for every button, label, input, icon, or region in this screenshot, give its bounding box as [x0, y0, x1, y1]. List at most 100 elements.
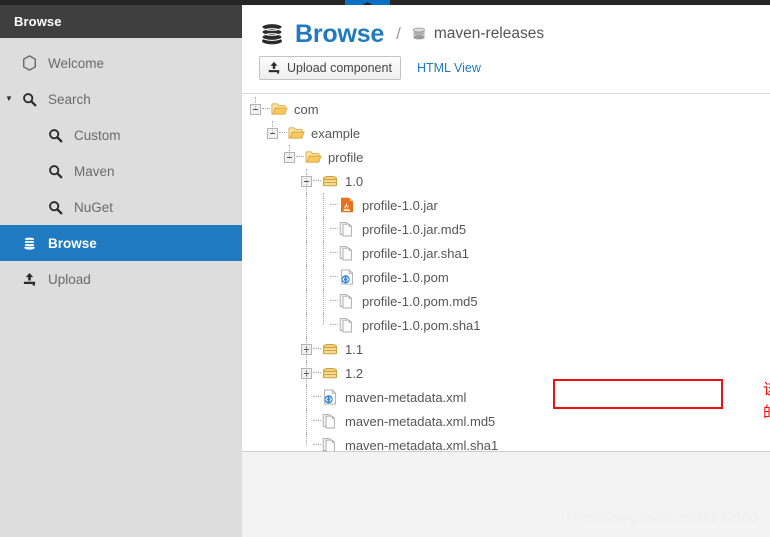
tree-node-label: maven-metadata.xml — [345, 389, 467, 405]
folder-open-icon — [287, 125, 305, 141]
tree-node[interactable]: example — [242, 121, 770, 145]
checksum-icon — [338, 245, 356, 261]
sidebar-item-search[interactable]: ▼ Search — [0, 81, 242, 117]
tree-node[interactable]: profile — [242, 145, 770, 169]
tree-node-label: profile-1.0.jar.sha1 — [362, 245, 469, 261]
sidebar-item-browse[interactable]: Browse — [0, 225, 242, 261]
tree-guide-line — [306, 217, 307, 241]
html-view-link[interactable]: HTML View — [417, 61, 481, 75]
upload-icon — [266, 61, 282, 75]
breadcrumb-repository[interactable]: maven-releases — [434, 25, 544, 43]
annotation-line-1: 该xml列出了仓库中存在 — [763, 378, 770, 401]
upload-icon — [18, 272, 40, 287]
annotation-line-2: 的该构件的所有可用的版本 — [763, 401, 770, 424]
tree-guide-line — [306, 265, 307, 289]
tree-guide-line — [306, 361, 307, 385]
sidebar-item-label: Maven — [74, 163, 115, 179]
tree-node[interactable]: profile-1.0.pom — [242, 265, 770, 289]
tree-node-label: maven-metadata.xml.sha1 — [345, 437, 499, 453]
sidebar-item-maven[interactable]: Maven — [0, 153, 242, 189]
upload-component-button[interactable]: Upload component — [259, 56, 401, 80]
folder-open-icon — [270, 101, 288, 117]
sidebar: Browse Welcome ▼ Search Custom Maven NuGet Bro… — [0, 5, 242, 537]
tree-connector — [313, 169, 321, 193]
checksum-icon — [338, 293, 356, 309]
tree-node[interactable]: com — [242, 97, 770, 121]
upload-component-label: Upload component — [287, 61, 392, 75]
xml-icon — [321, 389, 339, 405]
tree-node[interactable]: maven-metadata.xml.md5 — [242, 409, 770, 433]
checksum-icon — [338, 221, 356, 237]
chevron-down-icon[interactable]: ▼ — [2, 95, 16, 103]
tree-guide-line — [306, 433, 307, 445]
tree-node-label: com — [294, 101, 319, 117]
xml-icon — [338, 269, 356, 285]
folder-open-icon — [304, 149, 322, 165]
checksum-icon — [321, 413, 339, 429]
search-icon — [44, 128, 66, 143]
sidebar-header: Browse — [0, 5, 242, 38]
package-icon — [321, 173, 339, 189]
tree-connector — [330, 289, 338, 313]
tree-node[interactable]: profile-1.0.pom.sha1 — [242, 313, 770, 337]
checksum-icon — [321, 437, 339, 453]
tree-node[interactable]: profile-1.0.pom.md5 — [242, 289, 770, 313]
tree-guide-line — [306, 241, 307, 265]
checksum-icon — [338, 317, 356, 333]
sidebar-item-label: Custom — [74, 127, 121, 143]
tree-node-label: profile-1.0.jar.md5 — [362, 221, 467, 237]
tree-node[interactable]: 1.0 — [242, 169, 770, 193]
tree-node[interactable]: profile-1.0.jar.md5 — [242, 217, 770, 241]
tree-connector — [330, 217, 338, 241]
package-icon — [321, 341, 339, 357]
tree-guide-line — [306, 193, 307, 217]
tree-guide-line — [289, 145, 290, 157]
tree-node-label: profile-1.0.pom.md5 — [362, 293, 478, 309]
tree-node-label: profile-1.0.pom.sha1 — [362, 317, 481, 333]
breadcrumb: Browse / maven-releases — [242, 5, 770, 51]
tree-guide-line — [306, 337, 307, 361]
tree-connector — [262, 97, 270, 121]
sidebar-item-upload[interactable]: Upload — [0, 261, 242, 297]
hexagon-icon — [18, 55, 40, 71]
tree-connector — [313, 337, 321, 361]
tree-guide-line — [306, 289, 307, 313]
sidebar-item-welcome[interactable]: Welcome — [0, 45, 242, 81]
tree-guide-line — [272, 121, 273, 133]
repository-tree: com example profile 1.0 profile-1.0.jar profi… — [242, 97, 770, 457]
breadcrumb-separator: / — [396, 24, 401, 43]
tree-node-label: profile-1.0.pom — [362, 269, 449, 285]
tree-guide-line — [323, 265, 324, 289]
tree-connector — [313, 385, 321, 409]
sidebar-item-label: Welcome — [48, 55, 105, 71]
search-icon — [18, 92, 40, 107]
tree-guide-line — [255, 97, 256, 109]
database-icon — [18, 236, 40, 251]
sidebar-item-custom[interactable]: Custom — [0, 117, 242, 153]
tree-connector — [330, 265, 338, 289]
sidebar-item-nuget[interactable]: NuGet — [0, 189, 242, 225]
tree-node[interactable]: 1.1 — [242, 337, 770, 361]
tree-node-label: 1.0 — [345, 173, 364, 189]
toolbar-divider — [242, 93, 770, 94]
jar-icon — [338, 197, 356, 213]
database-icon — [259, 21, 285, 47]
page-title[interactable]: Browse — [295, 20, 384, 49]
tree-connector — [330, 193, 338, 217]
tree-node[interactable]: profile-1.0.jar.sha1 — [242, 241, 770, 265]
tree-guide-line — [323, 193, 324, 217]
tree-node[interactable]: profile-1.0.jar — [242, 193, 770, 217]
toolbar: Upload component HTML View — [242, 54, 770, 82]
tree-node[interactable]: maven-metadata.xml — [242, 385, 770, 409]
watermark: https://blog.csdn.net/lk142500 — [565, 509, 758, 525]
main-content: Browse / maven-releases Upload component… — [242, 5, 770, 453]
tree-node-label: maven-metadata.xml.md5 — [345, 413, 496, 429]
tree-node[interactable]: 1.2 — [242, 361, 770, 385]
search-icon — [44, 200, 66, 215]
package-icon — [321, 365, 339, 381]
tree-node-label: example — [311, 125, 361, 141]
